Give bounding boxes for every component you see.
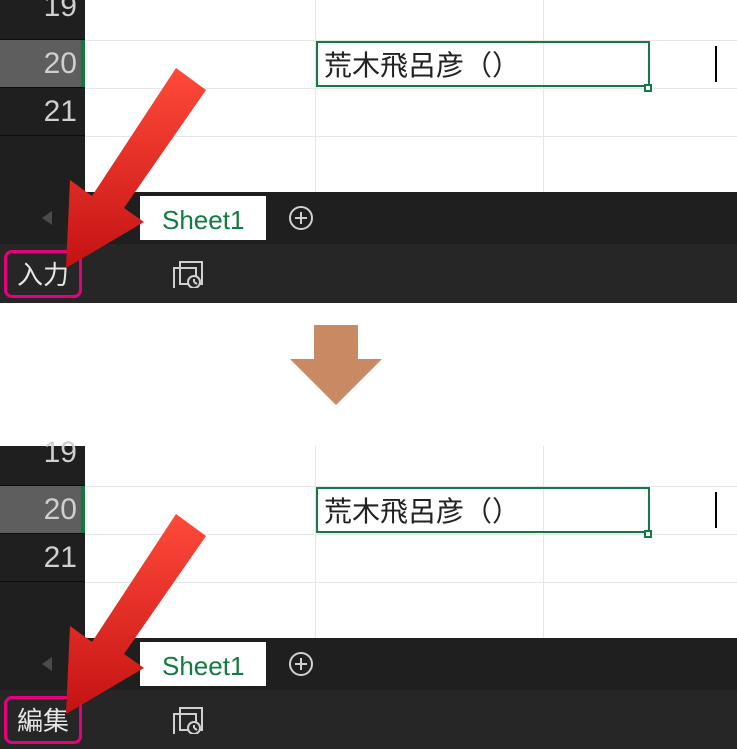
worksheet-grid[interactable]: 荒木飛呂彦（） [85,0,737,192]
plus-icon [289,206,313,230]
new-sheet-button[interactable] [266,192,336,244]
row-header-21[interactable]: 21 [0,88,85,136]
row-header-21[interactable]: 21 [0,534,85,582]
sheet-tab-strip: Sheet1 [0,638,737,690]
sheet-nav-prev-icon[interactable] [42,657,52,671]
cell-mode-indicator: 編集 [4,696,82,744]
cell-text: 荒木飛呂彦（） [324,44,520,84]
page-layout-icon[interactable] [172,260,206,288]
row-number-label: 19 [44,0,77,24]
row-header-19[interactable]: 19 [0,446,85,486]
gridline-v [543,446,544,638]
row-number-label: 20 [44,47,77,81]
sheet-nav-next-icon[interactable] [88,657,98,671]
gridline-v [315,0,316,192]
gridline-v [543,0,544,192]
cell-mode-indicator: 入力 [4,250,82,298]
status-bar: 入力 [0,244,737,303]
excel-after-panel: 19 20 21 荒木飛呂彦（） Sheet1 編集 [0,446,737,749]
row-number-label: 21 [44,541,77,575]
text-caret [715,492,717,528]
row-header-20-selected[interactable]: 20 [0,486,85,534]
mode-text: 入力 [17,255,69,292]
row-headers: 19 20 21 [0,0,85,192]
fill-handle[interactable] [644,530,652,538]
row-headers: 19 20 21 [0,446,85,638]
text-caret [715,46,717,82]
gridline-h [85,582,737,583]
row-number-label: 20 [44,493,77,527]
excel-before-panel: 19 20 21 荒木飛呂彦（） Sheet1 入力 [0,0,737,303]
worksheet-grid[interactable]: 荒木飛呂彦（） [85,446,737,638]
sheet-tab-sheet1[interactable]: Sheet1 [140,196,266,240]
mode-text: 編集 [17,701,69,738]
gridline-v [315,446,316,638]
new-sheet-button[interactable] [266,638,336,690]
active-cell[interactable]: 荒木飛呂彦（） [316,41,650,87]
cell-text: 荒木飛呂彦（） [324,490,520,530]
row-header-blank[interactable] [0,582,85,638]
row-header-blank[interactable] [0,136,85,192]
row-number-label: 19 [44,436,77,470]
annotation-arrow-down [290,325,382,405]
sheet-tab-sheet1[interactable]: Sheet1 [140,642,266,686]
gridline-h [85,88,737,89]
sheet-nav-prev-icon[interactable] [42,211,52,225]
active-cell[interactable]: 荒木飛呂彦（） [316,487,650,533]
sheet-nav-buttons [0,192,140,244]
sheet-nav-buttons [0,638,140,690]
sheet-tab-label: Sheet1 [162,205,244,236]
fill-handle[interactable] [644,84,652,92]
gridline-h [85,136,737,137]
plus-icon [289,652,313,676]
gridline-h [85,534,737,535]
status-bar: 編集 [0,690,737,749]
row-header-19[interactable]: 19 [0,0,85,40]
sheet-tab-label: Sheet1 [162,651,244,682]
row-header-20-selected[interactable]: 20 [0,40,85,88]
page-layout-icon[interactable] [172,706,206,734]
sheet-tab-strip: Sheet1 [0,192,737,244]
sheet-nav-next-icon[interactable] [88,211,98,225]
row-number-label: 21 [44,95,77,129]
